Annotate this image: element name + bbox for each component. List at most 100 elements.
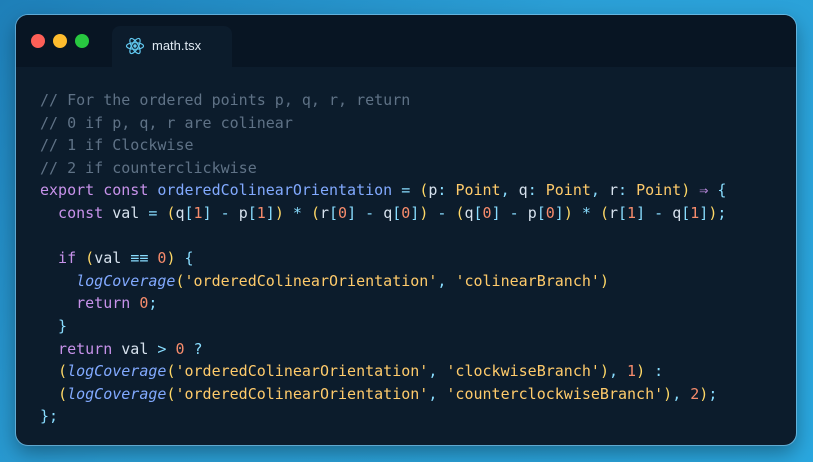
code-token: q bbox=[672, 203, 682, 222]
code-line: }; bbox=[40, 405, 726, 428]
code-token: [ bbox=[184, 203, 194, 222]
code-token: - bbox=[500, 203, 528, 222]
code-token: - bbox=[645, 203, 673, 222]
code-line: } bbox=[40, 315, 726, 338]
code-token: ( bbox=[419, 181, 429, 200]
title-bar: math.tsx bbox=[16, 15, 796, 67]
code-token: 1 bbox=[256, 203, 266, 222]
code-token: ⇒ bbox=[690, 181, 718, 200]
code-token: : bbox=[645, 362, 664, 381]
maximize-button[interactable] bbox=[75, 34, 89, 48]
code-token: ] bbox=[347, 203, 357, 222]
code-token: ( bbox=[85, 249, 95, 268]
code-token: logCoverage bbox=[67, 384, 167, 403]
code-token: ≡≡ bbox=[121, 249, 158, 268]
code-token: const bbox=[40, 203, 113, 222]
code-token: ) bbox=[599, 362, 609, 381]
code-token: // 0 if p, q, r are colinear bbox=[40, 113, 293, 132]
code-token: ] bbox=[491, 203, 501, 222]
code-token: ) bbox=[636, 362, 646, 381]
code-token: r bbox=[319, 203, 329, 222]
code-token: 1 bbox=[193, 203, 203, 222]
code-token: ( bbox=[310, 203, 320, 222]
code-token: logCoverage bbox=[76, 271, 176, 290]
code-token: 'orderedColinearOrientation' bbox=[184, 271, 438, 290]
code-token: // 2 if counterclickwise bbox=[40, 158, 257, 177]
code-token: ] bbox=[202, 203, 212, 222]
code-token: , bbox=[672, 384, 691, 403]
code-line: return val > 0 ? bbox=[40, 338, 726, 361]
code-token: > bbox=[148, 339, 176, 358]
code-token: ( bbox=[58, 384, 68, 403]
code-token: ( bbox=[599, 203, 609, 222]
file-tab[interactable]: math.tsx bbox=[112, 26, 232, 67]
code-token: - bbox=[356, 203, 384, 222]
code-token: }; bbox=[40, 407, 59, 426]
code-token: : bbox=[437, 181, 456, 200]
code-token: [ bbox=[536, 203, 546, 222]
code-token: ; bbox=[148, 294, 158, 313]
code-token: ] bbox=[410, 203, 420, 222]
code-token: * bbox=[283, 203, 311, 222]
code-token: orderedColinearOrientation bbox=[157, 181, 393, 200]
code-token: 0 bbox=[482, 203, 492, 222]
code-line: if (val ≡≡ 0) { bbox=[40, 247, 726, 270]
code-token: Point bbox=[545, 181, 591, 200]
code-token: [ bbox=[392, 203, 402, 222]
code-token: * bbox=[572, 203, 600, 222]
code-token: 0 bbox=[338, 203, 348, 222]
code-token: ) bbox=[699, 384, 709, 403]
code-token: return bbox=[40, 339, 122, 358]
code-token: // 1 if Clockwise bbox=[40, 136, 194, 155]
code-token: Point bbox=[636, 181, 682, 200]
code-line: logCoverage('orderedColinearOrientation'… bbox=[40, 270, 726, 293]
code-line: return 0; bbox=[40, 292, 726, 315]
code-token: ] bbox=[699, 203, 709, 222]
code-token: ( bbox=[175, 271, 185, 290]
code-token: - bbox=[211, 203, 239, 222]
code-token: 2 bbox=[690, 384, 700, 403]
code-token: val bbox=[112, 203, 140, 222]
code-token: // For the ordered points p, q, r, retur… bbox=[40, 91, 411, 109]
code-token: if bbox=[40, 249, 86, 268]
code-token: ] bbox=[265, 203, 275, 222]
code-token: 'orderedColinearOrientation' bbox=[175, 384, 429, 403]
code-line: (logCoverage('orderedColinearOrientation… bbox=[40, 360, 726, 383]
code-token: 'orderedColinearOrientation' bbox=[175, 362, 429, 381]
code-line: export const orderedColinearOrientation … bbox=[40, 179, 726, 202]
code-token: , bbox=[500, 181, 519, 200]
code-token: r bbox=[608, 181, 618, 200]
code-token: [ bbox=[681, 203, 691, 222]
code-token: [ bbox=[247, 203, 257, 222]
code-token: val bbox=[94, 249, 122, 268]
code-token: ? bbox=[184, 339, 203, 358]
code-token: ] bbox=[636, 203, 646, 222]
close-button[interactable] bbox=[31, 34, 45, 48]
code-token: ; bbox=[717, 203, 727, 222]
code-token: , bbox=[608, 362, 628, 381]
code-token: val bbox=[121, 339, 149, 358]
code-token: return bbox=[40, 294, 140, 313]
code-token: p bbox=[527, 203, 537, 222]
code-token: ) bbox=[681, 181, 691, 200]
code-token: 'clockwiseBranch' bbox=[446, 362, 600, 381]
code-editor[interactable]: // For the ordered points p, q, r, retur… bbox=[40, 89, 726, 428]
code-token: , bbox=[428, 362, 447, 381]
code-line: // 2 if counterclickwise bbox=[40, 157, 726, 180]
minimize-button[interactable] bbox=[53, 34, 67, 48]
code-token: 'colinearBranch' bbox=[455, 271, 600, 290]
code-token: [ bbox=[618, 203, 628, 222]
code-token: 1 bbox=[690, 203, 700, 222]
react-icon bbox=[125, 36, 145, 56]
code-token: ) bbox=[599, 271, 609, 290]
code-token: } bbox=[40, 316, 68, 335]
code-token: logCoverage bbox=[67, 362, 167, 381]
code-token: - bbox=[428, 203, 456, 222]
code-token: { bbox=[175, 249, 194, 268]
code-token: [ bbox=[473, 203, 483, 222]
code-token: q bbox=[518, 181, 528, 200]
code-token: , bbox=[437, 271, 456, 290]
